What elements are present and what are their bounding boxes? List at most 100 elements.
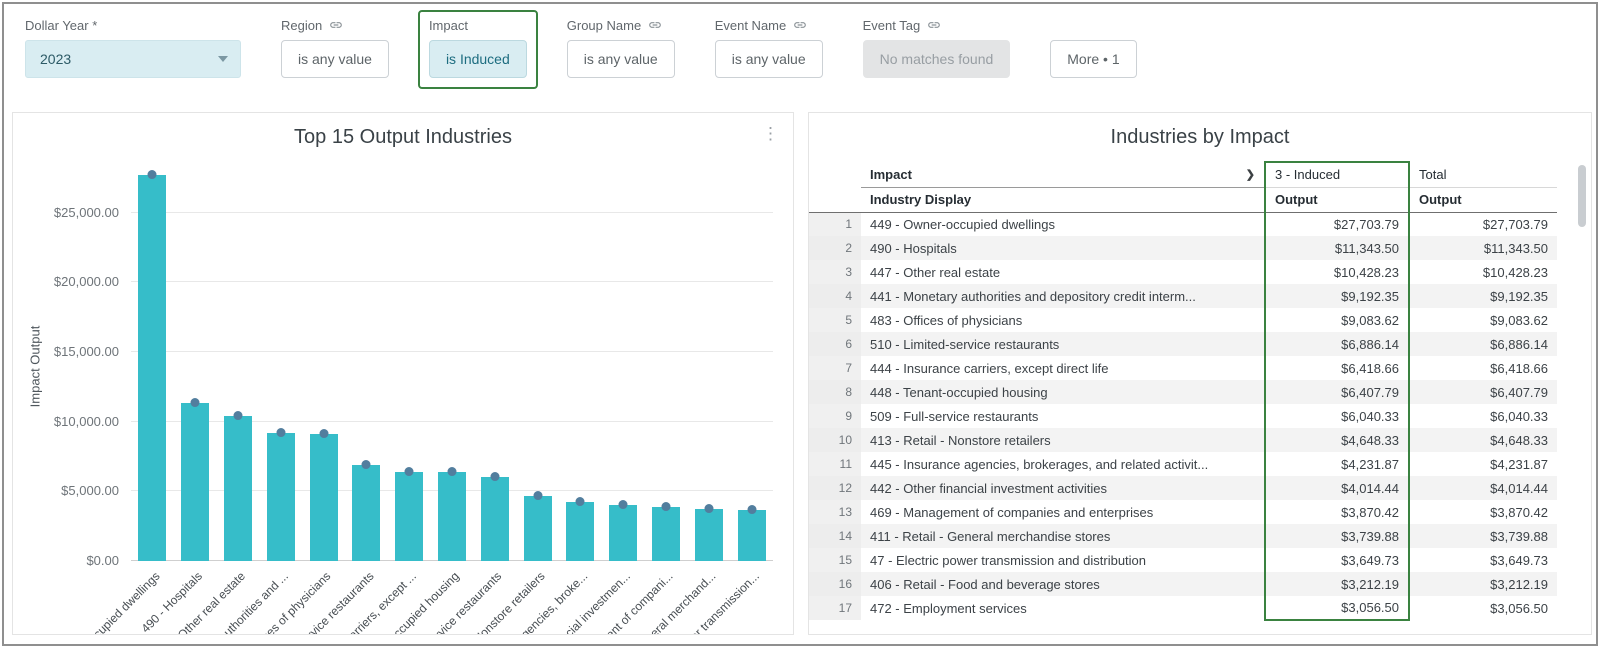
induced-output-cell: $9,083.62 [1264,308,1410,332]
bar-point[interactable] [319,429,329,439]
bar-point[interactable] [190,398,200,408]
chart-plot: 449 - Owner-occupied dwellings 490 - Hosp… [32,170,773,634]
table-row[interactable]: 13 469 - Management of companies and ente… [809,500,1557,524]
induced-output-cell: $3,212.19 [1264,572,1410,596]
bar-point[interactable] [618,500,628,510]
bar-point[interactable] [404,466,414,476]
bar[interactable] [395,466,424,561]
table-row[interactable]: 3 447 - Other real estate $10,428.23 $10,42… [809,260,1557,284]
bar[interactable] [266,428,295,561]
induced-output-cell: $11,343.50 [1264,236,1410,260]
y-tick-label: $15,000.00 [53,344,119,360]
pivot-value-header[interactable]: 3 - Induced [1264,161,1410,188]
impact-filter-button[interactable]: is Induced [428,40,527,78]
total-output-cell: $10,428.23 [1482,264,1548,280]
industry-cell: 444 - Insurance carriers, except direct … [870,360,1109,376]
region-label: Region [281,17,323,33]
bar[interactable] [651,502,680,561]
dollar-year-select[interactable]: 2023 [25,40,241,78]
bar[interactable] [309,429,338,561]
bar[interactable] [352,460,381,561]
row-number: 6 [809,332,861,356]
bar[interactable] [566,497,595,561]
table-row[interactable]: 6 510 - Limited-service restaurants $6,886… [809,332,1557,356]
link-icon[interactable] [927,18,941,32]
impact-pivot-label: Impact [870,166,912,182]
impact-table: Impact ❯ 3 - Induced Total Industry Disp… [809,161,1557,621]
link-icon[interactable] [648,18,662,32]
bar[interactable] [737,505,766,561]
chart-bars: 449 - Owner-occupied dwellings 490 - Hosp… [32,170,773,634]
bar-point[interactable] [704,503,714,513]
induced-output-cell: $4,648.33 [1264,428,1410,452]
row-number: 12 [809,476,861,500]
industry-display-header[interactable]: Industry Display [861,187,1265,213]
industry-cell: 490 - Hospitals [861,236,1265,260]
table-row[interactable]: 10 413 - Retail - Nonstore retailers $4,64… [809,428,1557,452]
region-filter-button[interactable]: is any value [281,40,389,78]
bar[interactable] [181,398,210,561]
bar-point[interactable] [661,502,671,512]
table-row[interactable]: 17 472 - Employment services $3,056.50 $3,0… [809,596,1557,621]
more-filters-button[interactable]: More • 1 [1050,40,1137,78]
industry-cell: 449 - Owner-occupied dwellings [870,216,1055,232]
event-tag-label: Event Tag [862,17,921,33]
table-row[interactable]: 5 483 - Offices of physicians $9,083.62 $9,… [809,308,1557,332]
bar-point[interactable] [533,491,543,501]
table-row[interactable]: 4 441 - Monetary authorities and deposito… [809,284,1557,308]
bar[interactable] [138,170,167,561]
table-scrollbar[interactable] [1578,165,1586,227]
table-row[interactable]: 2 490 - Hospitals $11,343.50 $11,343.50 [809,236,1557,260]
bar[interactable] [609,500,638,561]
filter-bar: Dollar Year * 2023 Region is any value I… [4,4,1596,89]
table-row[interactable]: 15 47 - Electric power transmission and d… [809,548,1557,572]
table-row[interactable]: 11 445 - Insurance agencies, brokerages, … [809,452,1557,476]
kebab-menu-icon[interactable]: ⋮ [762,125,779,142]
bar-point[interactable] [447,466,457,476]
table-title: Industries by Impact [1110,126,1290,148]
link-icon[interactable] [329,18,343,32]
bar-point[interactable] [490,471,500,481]
chart-title: Top 15 Output Industries [294,126,512,148]
bar-slot: 444 - Insurance carriers, except ... [280,171,431,634]
table-row[interactable]: 14 411 - Retail - General merchandise sto… [809,524,1557,548]
y-tick-label: $5,000.00 [61,483,119,499]
bar[interactable] [694,503,723,561]
bar-slot: 445 - Insurance agencies, broke... [452,171,602,634]
table-row[interactable]: 12 442 - Other financial investment activ… [809,476,1557,500]
table-row[interactable]: 9 509 - Full-service restaurants $6,040.33… [809,404,1557,428]
bar-slot: 441 - Monetary authorities and ... [156,171,302,634]
bar-point[interactable] [575,497,585,507]
bar[interactable] [480,471,509,561]
table-row[interactable]: 16 406 - Retail - Food and beverage store… [809,572,1557,596]
total-output-cell: $9,083.62 [1490,312,1548,328]
measure-header-row: Industry Display Output Output [809,187,1557,213]
impact-pivot-header[interactable]: Impact ❯ [861,162,1265,188]
bar-point[interactable] [147,170,157,180]
event-name-filter-button[interactable]: is any value [714,40,823,78]
induced-output-cell: $3,649.73 [1264,548,1410,572]
row-number: 4 [809,284,861,308]
table-row[interactable]: 8 448 - Tenant-occupied housing $6,407.79 $… [809,380,1557,404]
y-tick-label: $10,000.00 [53,413,119,429]
total-output-header[interactable]: Output [1409,187,1557,213]
row-number: 7 [809,356,861,380]
bar-point[interactable] [233,410,243,420]
total-header[interactable]: Total [1409,162,1557,188]
bar[interactable] [223,410,252,561]
row-number: 15 [809,548,861,572]
event-tag-filter-button[interactable]: No matches found [862,40,1011,78]
bar-point[interactable] [276,428,286,438]
bar[interactable] [523,491,552,561]
link-icon[interactable] [793,18,807,32]
bar-point[interactable] [747,505,757,515]
industry-cell: 469 - Management of companies and enterp… [870,504,1154,520]
bar-point[interactable] [361,460,371,470]
table-row[interactable]: 1 449 - Owner-occupied dwellings $27,703.7… [809,212,1557,236]
group-name-filter-button[interactable]: is any value [566,40,675,78]
induced-output-header[interactable]: Output [1264,187,1410,213]
chevron-right-icon[interactable]: ❯ [1246,168,1255,181]
induced-output-cell: $6,418.66 [1264,356,1410,380]
table-row[interactable]: 7 444 - Insurance carriers, except direct… [809,356,1557,380]
bar[interactable] [437,466,466,561]
